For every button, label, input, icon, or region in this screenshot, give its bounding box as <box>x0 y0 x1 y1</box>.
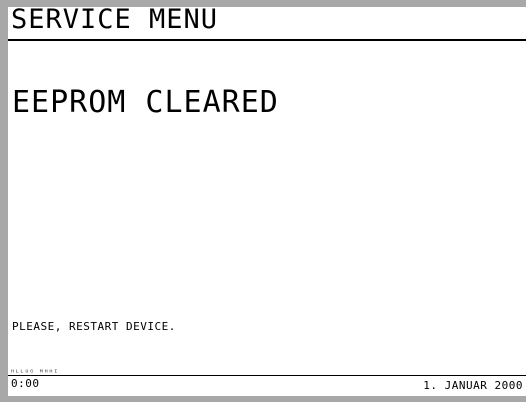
clock-time: 0:00 <box>11 377 40 390</box>
restart-hint: PLEASE, RESTART DEVICE. <box>12 320 176 333</box>
lcd-screen: SERVICE MENU EEPROM CLEARED PLEASE, REST… <box>8 7 526 396</box>
footer-divider <box>8 375 526 376</box>
page-title: SERVICE MENU <box>11 7 219 35</box>
clock-date: 1. JANUAR 2000 <box>423 379 523 392</box>
title-divider <box>8 39 526 41</box>
status-message: EEPROM CLEARED <box>12 85 279 120</box>
